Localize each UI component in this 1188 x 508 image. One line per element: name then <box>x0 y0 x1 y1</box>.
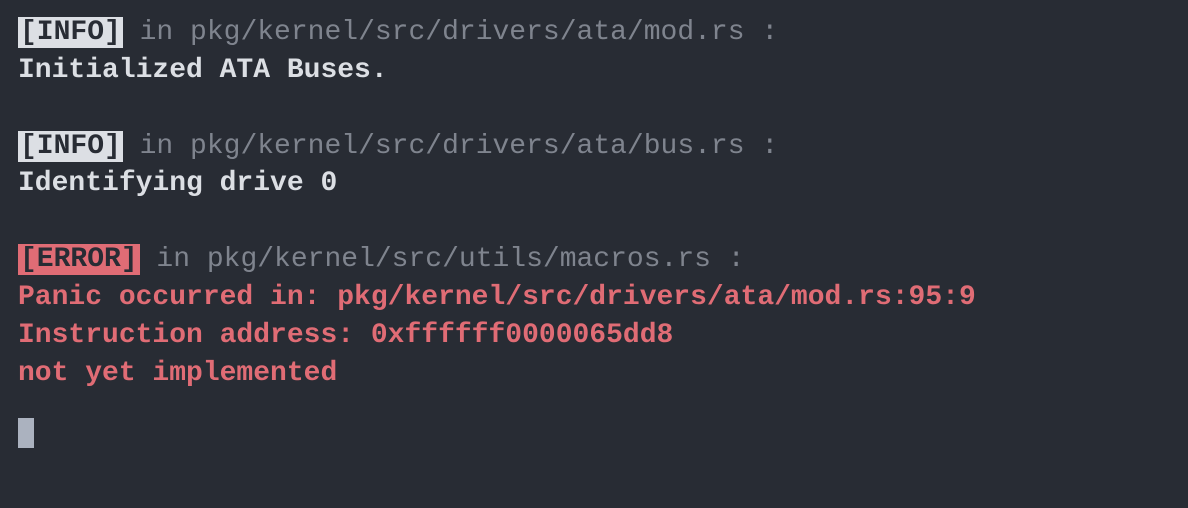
log-in-word: in <box>123 17 190 48</box>
log-header: [ERROR] in pkg/kernel/src/utils/macros.r… <box>18 241 1170 279</box>
log-message-line: Panic occurred in: pkg/kernel/src/driver… <box>18 279 1170 317</box>
log-message-line: not yet implemented <box>18 355 1170 393</box>
terminal-log-output: [INFO] in pkg/kernel/src/drivers/ata/mod… <box>18 14 1170 392</box>
log-message-line: Identifying drive 0 <box>18 165 1170 203</box>
log-colon: : <box>745 131 779 162</box>
log-in-word: in <box>140 244 207 275</box>
log-source-path: pkg/kernel/src/drivers/ata/bus.rs <box>190 131 745 162</box>
log-entry: [INFO] in pkg/kernel/src/drivers/ata/mod… <box>18 14 1170 90</box>
log-in-word: in <box>123 131 190 162</box>
log-colon: : <box>745 17 779 48</box>
info-tag: [INFO] <box>18 131 123 162</box>
log-entry: [INFO] in pkg/kernel/src/drivers/ata/bus… <box>18 128 1170 204</box>
error-tag: [ERROR] <box>18 244 140 275</box>
log-message-line: Initialized ATA Buses. <box>18 52 1170 90</box>
log-header: [INFO] in pkg/kernel/src/drivers/ata/bus… <box>18 128 1170 166</box>
log-source-path: pkg/kernel/src/drivers/ata/mod.rs <box>190 17 745 48</box>
log-header: [INFO] in pkg/kernel/src/drivers/ata/mod… <box>18 14 1170 52</box>
log-entry: [ERROR] in pkg/kernel/src/utils/macros.r… <box>18 241 1170 392</box>
log-message-line: Instruction address: 0xffffff0000065dd8 <box>18 317 1170 355</box>
terminal-cursor <box>18 418 34 448</box>
log-source-path: pkg/kernel/src/utils/macros.rs <box>207 244 711 275</box>
log-colon: : <box>711 244 745 275</box>
info-tag: [INFO] <box>18 17 123 48</box>
